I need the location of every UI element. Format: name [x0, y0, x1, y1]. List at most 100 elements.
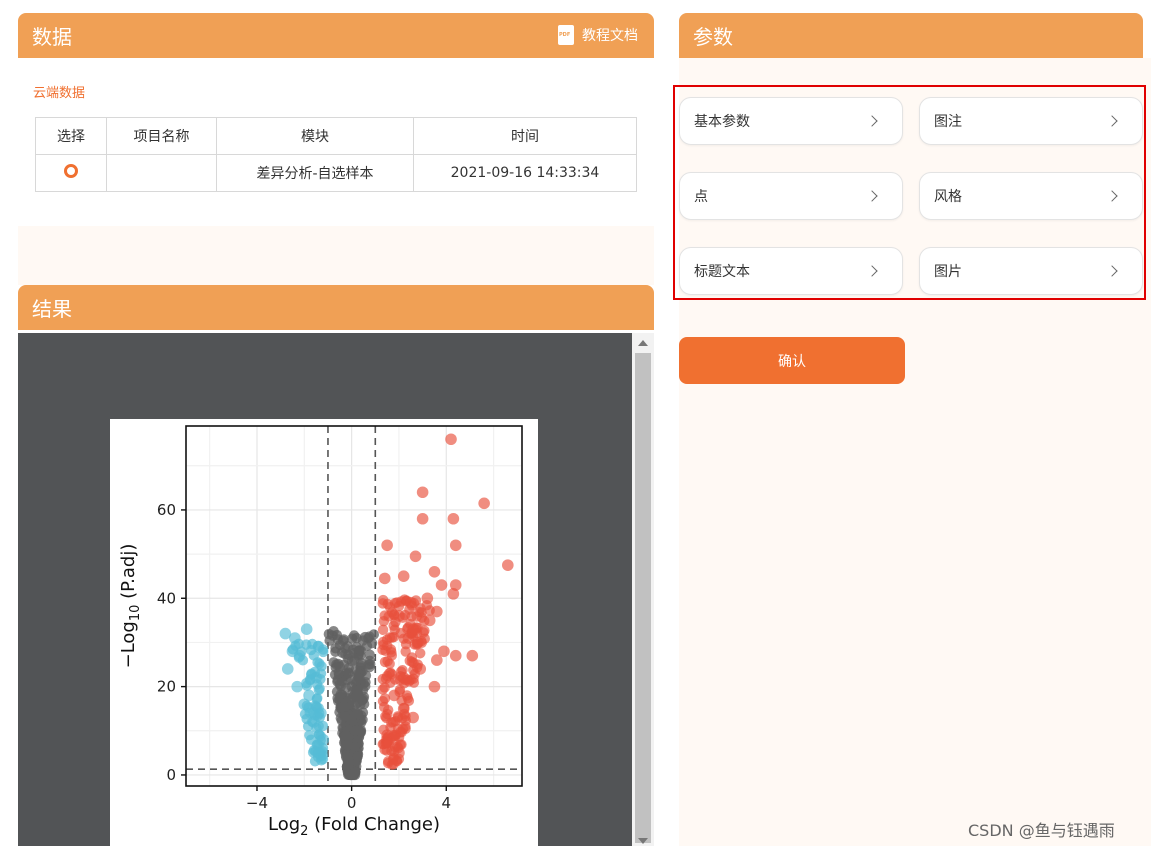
down-point	[298, 698, 311, 711]
ns-point	[355, 725, 367, 736]
up-point	[449, 649, 462, 662]
volcano-plot: −4 0 4 0 20 40 60 −Log10 (P.adj) Log2 (Fold Ch…	[110, 419, 538, 846]
y-tick-label: 20	[157, 678, 176, 696]
up-point	[414, 663, 427, 675]
tutorial-doc-label: 教程文档	[582, 28, 638, 44]
scroll-down-icon[interactable]	[638, 838, 648, 844]
row-project-cell	[106, 154, 217, 192]
down-point	[314, 658, 325, 669]
tutorial-doc-link[interactable]: PDF 教程文档	[558, 25, 638, 45]
ns-point	[330, 643, 341, 654]
ns-point	[342, 739, 354, 751]
col-header-select: 选择	[35, 117, 107, 155]
down-point	[281, 663, 294, 675]
up-point	[380, 673, 392, 684]
y-tick-label: 0	[166, 766, 176, 784]
up-point	[397, 570, 410, 582]
down-point	[300, 623, 313, 635]
spacer	[18, 226, 654, 285]
scroll-thumb[interactable]	[635, 353, 651, 843]
down-point	[310, 671, 322, 684]
data-panel-body: 云端数据 选择 项目名称 模块 时间 差异分析-自选样本 2021-09-16 …	[18, 58, 654, 226]
y-tick-label: 60	[157, 501, 176, 519]
x-axis-label: Log2 (Fold Change)	[268, 814, 440, 839]
up-point	[397, 671, 410, 684]
row-module-cell: 差异分析-自选样本	[216, 154, 414, 192]
y-axis-label: −Log10 (P.adj)	[118, 544, 143, 669]
x-tick-label: 4	[442, 794, 452, 812]
ns-point	[364, 649, 375, 660]
row-radio-cell[interactable]	[35, 154, 107, 192]
up-point	[409, 550, 422, 563]
result-panel-title: 结果	[32, 297, 72, 321]
row-time-cell: 2021-09-16 14:33:34	[413, 154, 637, 192]
data-table: 选择 项目名称 模块 时间 差异分析-自选样本 2021-09-16 14:33…	[35, 117, 637, 192]
up-point	[382, 656, 393, 667]
ns-point	[352, 751, 363, 762]
cloud-data-label[interactable]: 云端数据	[33, 82, 85, 101]
up-point	[386, 647, 397, 658]
up-point	[393, 610, 405, 622]
x-tick-label: −4	[246, 794, 268, 812]
confirm-button[interactable]: 确认	[679, 337, 905, 384]
table-header-row: 选择 项目名称 模块 时间	[35, 117, 637, 155]
ns-point	[337, 702, 348, 713]
up-point	[447, 588, 460, 600]
radio-button[interactable]	[64, 164, 78, 178]
down-point	[291, 680, 304, 693]
up-point	[466, 649, 479, 662]
up-point	[400, 646, 411, 657]
up-point	[377, 636, 389, 648]
col-header-project: 项目名称	[106, 117, 217, 155]
up-point	[478, 497, 490, 510]
ns-point	[335, 689, 347, 700]
up-point	[449, 539, 462, 552]
plot-viewport[interactable]: −4 0 4 0 20 40 60 −Log10 (P.adj) Log2 (Fold Ch…	[18, 333, 632, 846]
up-point	[428, 565, 441, 578]
down-point	[312, 747, 325, 759]
col-header-time: 时间	[413, 117, 637, 155]
ns-point	[368, 629, 380, 640]
down-point	[293, 649, 306, 662]
down-point	[312, 641, 325, 653]
up-point	[378, 572, 391, 585]
data-panel-title: 数据	[32, 25, 72, 49]
up-point	[431, 654, 443, 666]
up-point	[397, 702, 410, 715]
up-point	[378, 701, 390, 713]
up-point	[423, 614, 436, 627]
up-point	[392, 723, 404, 734]
col-header-module: 模块	[216, 117, 414, 155]
ns-point	[357, 635, 369, 646]
ns-point	[343, 662, 354, 674]
ns-point	[349, 768, 360, 779]
ns-point	[346, 714, 357, 726]
up-point	[381, 539, 393, 552]
ns-point	[352, 691, 364, 702]
params-panel-header: 参数	[679, 13, 1143, 58]
ns-point	[340, 643, 351, 654]
ns-point	[329, 669, 341, 680]
ns-point	[355, 645, 366, 656]
up-point	[377, 684, 388, 695]
up-point	[388, 689, 401, 702]
down-point	[304, 730, 315, 741]
down-point	[307, 716, 320, 728]
down-point	[289, 632, 301, 644]
up-point	[421, 592, 434, 605]
volcano-plot-svg: −4 0 40204060 −Log10 (P.adj) Log2 (Fold Ch…	[118, 425, 523, 839]
up-point	[381, 729, 393, 742]
vertical-scrollbar[interactable]	[632, 333, 654, 846]
up-point	[393, 600, 405, 612]
scroll-up-icon[interactable]	[638, 340, 648, 346]
watermark-text: CSDN @鱼与钰遇雨	[968, 821, 1115, 840]
up-point	[412, 636, 424, 649]
up-point	[380, 711, 391, 722]
params-panel-title: 参数	[693, 25, 733, 49]
ns-point	[346, 674, 357, 685]
up-point	[404, 596, 417, 609]
up-point	[502, 559, 514, 571]
table-row[interactable]: 差异分析-自选样本 2021-09-16 14:33:34	[35, 154, 637, 192]
result-panel-header: 结果	[18, 285, 654, 330]
up-point	[435, 579, 448, 591]
